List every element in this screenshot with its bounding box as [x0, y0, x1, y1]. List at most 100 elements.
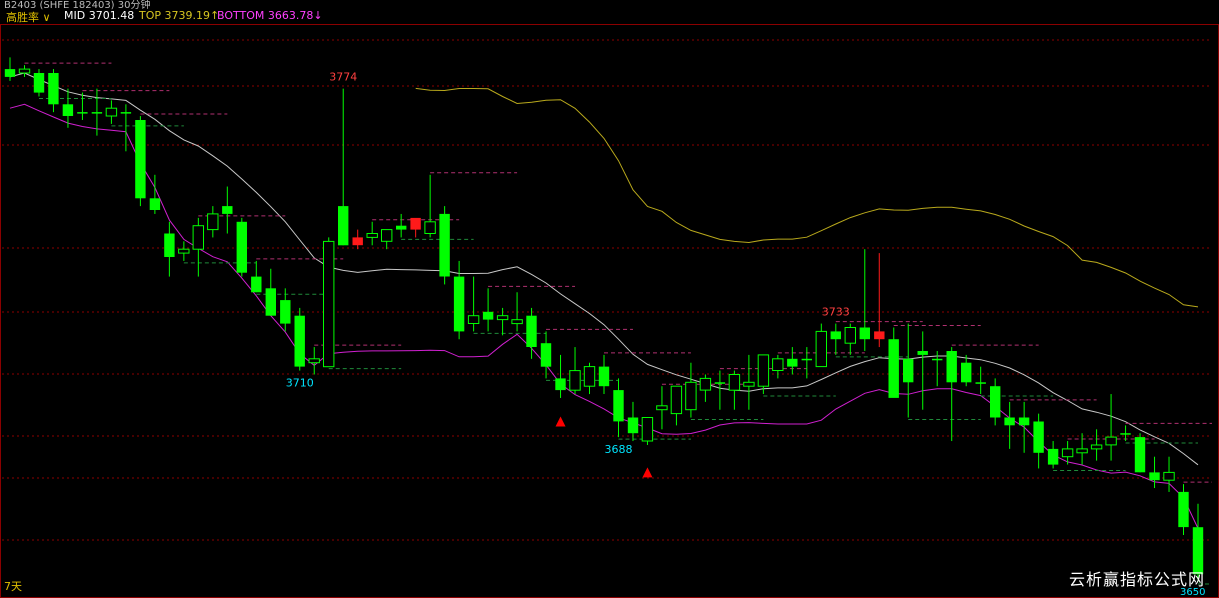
candle[interactable] — [656, 386, 668, 430]
candle[interactable] — [178, 241, 190, 261]
candle[interactable] — [467, 276, 480, 332]
candle[interactable] — [685, 362, 697, 418]
candle[interactable] — [772, 354, 784, 379]
candle[interactable] — [1047, 441, 1059, 469]
candle[interactable] — [990, 378, 1001, 426]
candle[interactable] — [338, 88, 349, 246]
candle[interactable] — [888, 327, 899, 398]
watermark: 云析赢指标公式网 — [1068, 570, 1205, 589]
candle[interactable] — [396, 213, 407, 238]
candle-body — [990, 386, 1001, 418]
candle[interactable] — [555, 354, 566, 398]
candle-body — [714, 382, 726, 384]
candle-body — [656, 405, 668, 411]
candle[interactable] — [1076, 433, 1088, 465]
candle[interactable] — [830, 323, 841, 355]
candle[interactable] — [120, 104, 132, 152]
buy-signal-icon — [642, 467, 653, 478]
candle[interactable] — [236, 217, 247, 277]
candle-body — [453, 276, 465, 332]
candle[interactable] — [482, 288, 494, 332]
candle[interactable] — [728, 370, 741, 410]
candle-body — [164, 233, 175, 257]
candle[interactable] — [280, 288, 291, 332]
low-price-label: 3710 — [286, 377, 314, 390]
high-price-label: 3733 — [822, 306, 850, 319]
candle-body — [1047, 448, 1059, 465]
candle[interactable] — [1004, 401, 1015, 449]
candle[interactable] — [323, 237, 335, 368]
candle-body — [236, 221, 247, 273]
candle[interactable] — [4, 57, 16, 81]
candle-body — [1076, 448, 1088, 454]
price-chart[interactable]: 3774 3710 3688 3733 — [0, 0, 1219, 598]
candle[interactable] — [77, 92, 88, 120]
candle[interactable] — [859, 249, 870, 351]
candle[interactable] — [164, 221, 175, 277]
candle-body — [540, 343, 552, 367]
candle-body — [467, 315, 480, 325]
candle[interactable] — [903, 323, 914, 418]
candle[interactable] — [1120, 425, 1131, 442]
candle[interactable] — [743, 354, 755, 410]
candle[interactable] — [1033, 413, 1044, 469]
candle-body — [917, 351, 928, 355]
candle[interactable] — [1090, 429, 1103, 461]
candle[interactable] — [308, 347, 320, 375]
candle[interactable] — [294, 307, 305, 371]
candle[interactable] — [33, 69, 45, 97]
candle[interactable] — [598, 354, 610, 395]
candle[interactable] — [641, 417, 654, 445]
candle[interactable] — [207, 206, 219, 238]
candle[interactable] — [381, 229, 393, 250]
candle[interactable] — [424, 174, 436, 238]
mid-readout: MID 3701.48 — [64, 9, 135, 22]
candle-body — [77, 112, 88, 114]
candle[interactable] — [1061, 441, 1074, 465]
candle[interactable] — [105, 100, 118, 124]
candle-body — [641, 417, 654, 442]
candle[interactable] — [1105, 394, 1117, 461]
candle[interactable] — [526, 307, 537, 359]
candle[interactable] — [975, 366, 986, 395]
candle[interactable] — [48, 69, 59, 113]
candle[interactable] — [265, 268, 276, 316]
candle[interactable] — [366, 221, 378, 246]
candle[interactable] — [1018, 401, 1030, 453]
candle-body — [815, 330, 827, 368]
candle[interactable] — [946, 347, 957, 442]
candle[interactable] — [874, 253, 885, 348]
candle[interactable] — [961, 354, 972, 387]
candle[interactable] — [714, 370, 726, 410]
candle-body — [1120, 433, 1131, 435]
candle-body — [265, 288, 276, 316]
candle[interactable] — [627, 401, 639, 442]
mid-line — [9, 72, 1199, 466]
candle[interactable] — [787, 347, 798, 375]
candle[interactable] — [815, 323, 827, 368]
candle[interactable] — [613, 378, 624, 438]
candle[interactable] — [699, 374, 712, 402]
candle[interactable] — [1149, 456, 1160, 489]
candle[interactable] — [192, 217, 205, 277]
candle[interactable] — [670, 385, 683, 426]
candle[interactable] — [917, 331, 928, 410]
indicator-selector[interactable]: 高胜率 ∨ — [6, 9, 51, 25]
candle-body — [222, 206, 233, 214]
candle[interactable] — [1178, 484, 1189, 536]
candle[interactable] — [540, 331, 552, 379]
candle[interactable] — [569, 347, 581, 395]
candle[interactable] — [1134, 433, 1146, 473]
candle[interactable] — [583, 362, 596, 395]
candle-body — [670, 385, 683, 415]
candle-body — [308, 358, 320, 364]
candle[interactable] — [222, 186, 233, 234]
candle[interactable] — [844, 323, 856, 355]
candle[interactable] — [410, 217, 421, 238]
candle-body — [787, 358, 798, 367]
candle[interactable] — [352, 229, 363, 250]
high-price-label: 3774 — [329, 71, 357, 84]
candle[interactable] — [439, 206, 450, 285]
candle[interactable] — [251, 260, 262, 293]
candle[interactable] — [135, 116, 146, 207]
